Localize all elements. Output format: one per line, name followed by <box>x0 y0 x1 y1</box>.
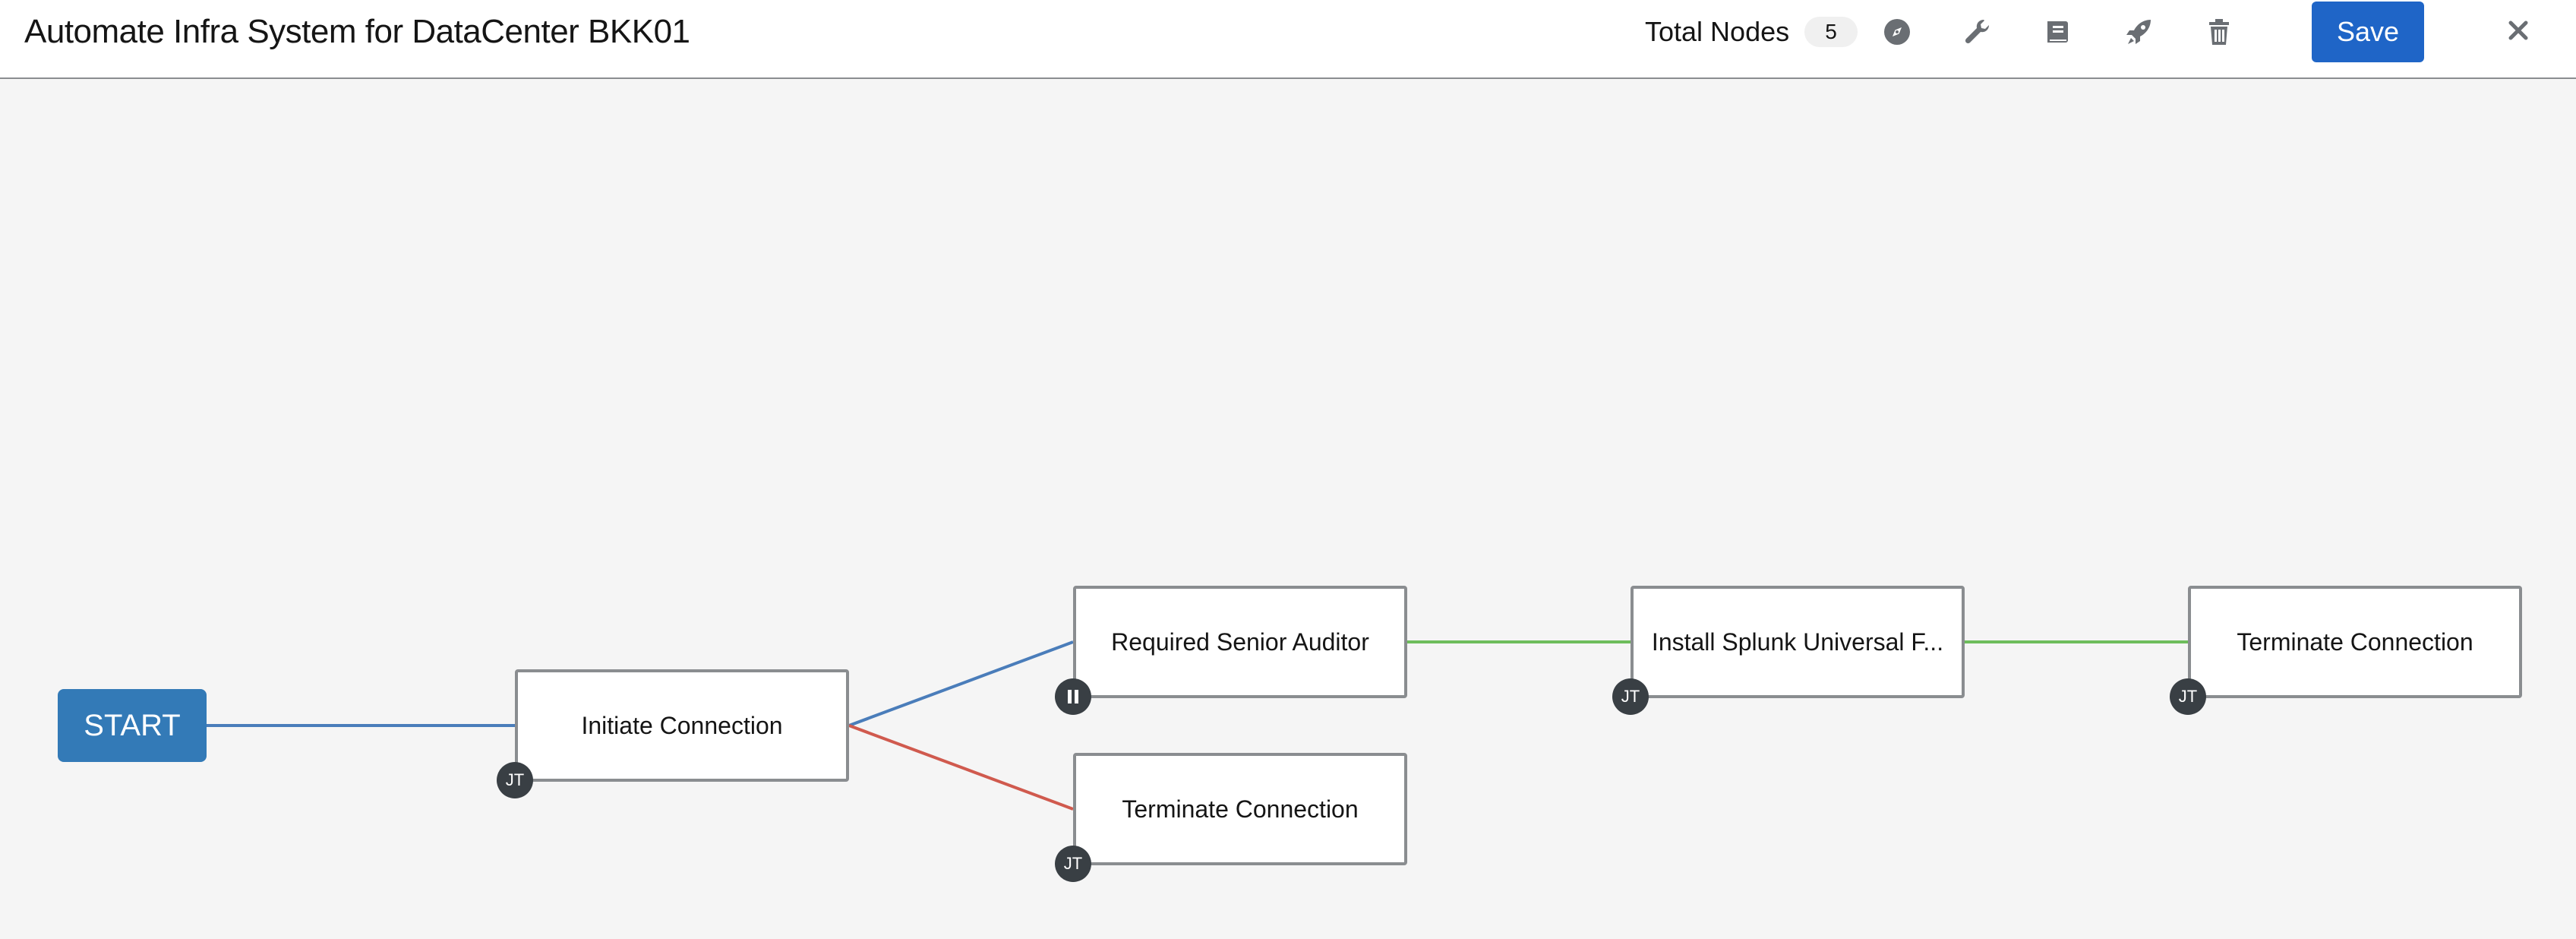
node-initiate-connection[interactable]: Initiate Connection <box>515 669 849 782</box>
node-label: Initiate Connection <box>581 711 783 739</box>
workflow-visualizer-header: Automate Infra System for DataCenter BKK… <box>0 0 2576 79</box>
link-initiate-to-terminate[interactable] <box>848 724 1074 811</box>
pause-icon <box>1055 678 1091 715</box>
wrench-icon[interactable] <box>1961 15 1994 49</box>
workflow-canvas[interactable]: START Initiate Connection JT Required Se… <box>0 79 2576 939</box>
job-template-badge: JT <box>497 762 533 798</box>
total-nodes-count-badge: 5 <box>1804 17 1858 47</box>
job-template-badge: JT <box>1055 846 1091 882</box>
start-node[interactable]: START <box>58 689 207 762</box>
node-label: Install Splunk Universal F... <box>1651 628 1944 656</box>
book-icon[interactable] <box>2041 15 2075 49</box>
compass-icon[interactable] <box>1880 15 1914 49</box>
node-label: Terminate Connection <box>1122 795 1359 823</box>
node-label: Required Senior Auditor <box>1111 628 1369 656</box>
total-nodes-label: Total Nodes <box>1645 16 1790 47</box>
node-label: Terminate Connection <box>2237 628 2473 656</box>
node-install-splunk[interactable]: Install Splunk Universal F... <box>1631 586 1965 698</box>
close-icon[interactable] <box>2500 12 2537 49</box>
link-initiate-to-auditor[interactable] <box>848 640 1074 727</box>
rocket-icon[interactable] <box>2122 15 2155 49</box>
node-required-senior-auditor[interactable]: Required Senior Auditor <box>1073 586 1407 698</box>
workflow-title: Automate Infra System for DataCenter BKK… <box>24 13 690 50</box>
job-template-badge: JT <box>2170 678 2206 715</box>
job-template-badge: JT <box>1612 678 1649 715</box>
node-terminate-connection-success[interactable]: Terminate Connection <box>2188 586 2522 698</box>
node-terminate-connection-failure[interactable]: Terminate Connection <box>1073 753 1407 865</box>
trash-icon[interactable] <box>2202 15 2236 49</box>
save-button[interactable]: Save <box>2312 2 2424 62</box>
